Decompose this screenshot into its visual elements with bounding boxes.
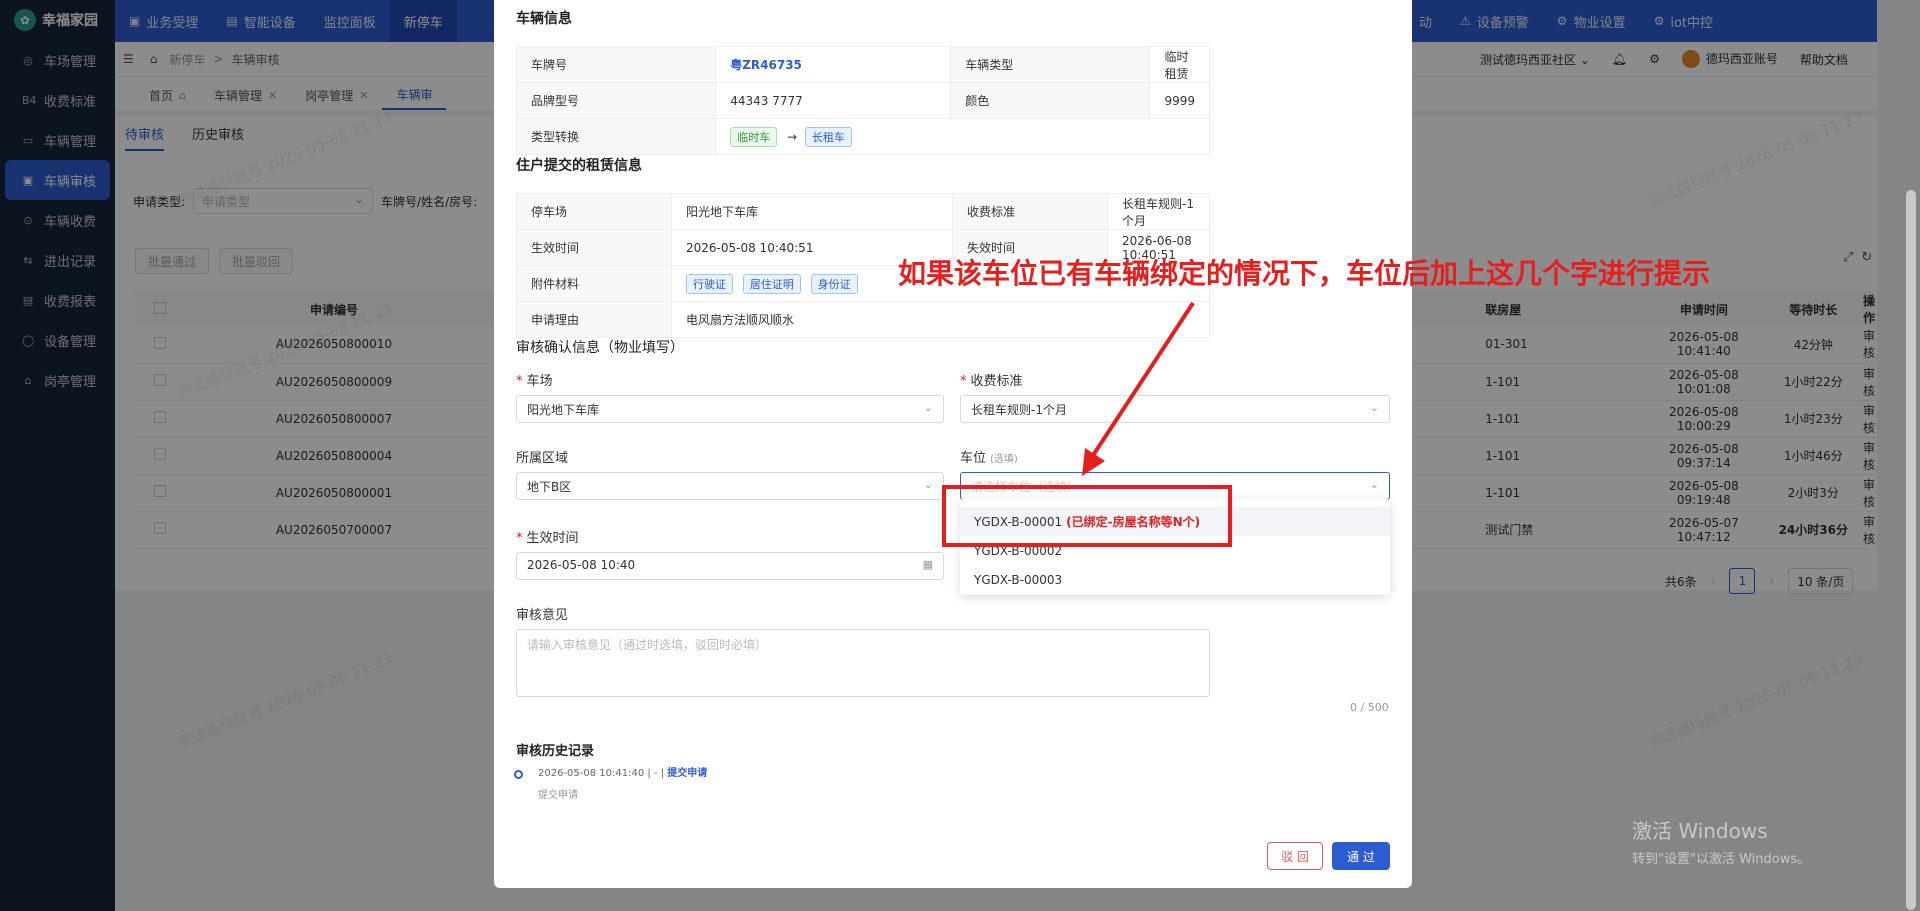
chevron-down-icon: ⌄ <box>923 401 933 414</box>
history-entry: 2026-05-08 10:41:40 | - | 提交申请 <box>538 764 707 779</box>
attachment-tag[interactable]: 居住证明 <box>742 273 801 294</box>
form-fee-label: * 收费标准 <box>960 370 1023 389</box>
plate-value: 粤ZR46735 <box>715 46 952 83</box>
history-title: 审核历史记录 <box>516 744 595 759</box>
fee-select-value: 长租车规则-1个月 <box>971 403 1067 417</box>
form-label-text: 车位 <box>960 451 987 466</box>
start-label: 生效时间 <box>516 229 672 266</box>
color-value: 9999 <box>1149 82 1210 119</box>
opinion-placeholder: 请输入审核意见（通过时选填，驳回时必填） <box>527 638 768 652</box>
model-value: 44343 7777 <box>715 82 952 119</box>
lot-select-value: 阳光地下车库 <box>527 403 600 417</box>
timeline-dot-icon <box>514 770 523 779</box>
form-space-label: 车位 (选填) <box>960 447 1018 466</box>
confirm-info-title: 审核确认信息（物业填写） <box>516 340 684 356</box>
optional-hint: (选填) <box>990 454 1018 465</box>
vehicle-info-title: 车辆信息 <box>516 11 572 27</box>
form-label-text: 收费标准 <box>970 374 1023 389</box>
history-meta: 2026-05-08 10:41:40 | - | <box>538 768 665 779</box>
info-row: 品牌型号 44343 7777 颜色 9999 <box>515 82 1210 119</box>
space-option-label: YGDX-B-00003 <box>974 572 1063 587</box>
chevron-down-icon: ⌄ <box>1369 401 1379 414</box>
color-label: 颜色 <box>950 82 1151 119</box>
model-label: 品牌型号 <box>515 82 717 119</box>
form-label-text: 生效时间 <box>526 531 579 546</box>
fee-label: 收费标准 <box>952 193 1108 230</box>
area-select-value: 地下B区 <box>527 480 572 494</box>
vehicle-info-table: 车牌号 粤ZR46735 车辆类型 临时租赁 品牌型号 44343 7777 颜… <box>515 46 1210 155</box>
attachment-tag[interactable]: 身份证 <box>810 273 858 294</box>
page-scrollbar[interactable] <box>1906 190 1916 910</box>
opinion-textarea[interactable]: 请输入审核意见（通过时选填，驳回时必填） <box>516 629 1210 697</box>
lease-info-title: 住户提交的租赁信息 <box>516 158 642 174</box>
lot-select[interactable]: 阳光地下车库 ⌄ <box>516 395 944 423</box>
lot-label: 停车场 <box>516 193 672 230</box>
to-type-tag: 长租车 <box>804 126 852 147</box>
form-start-label: * 生效时间 <box>516 527 579 546</box>
form-lot-label: * 车场 <box>516 370 553 389</box>
attach-label: 附件材料 <box>516 265 672 302</box>
reject-button[interactable]: 驳 回 <box>1267 842 1323 870</box>
info-row: 车牌号 粤ZR46735 车辆类型 临时租赁 <box>515 46 1210 83</box>
info-row: 停车场 阳光地下车库 收费标准 长租车规则-1个月 <box>516 193 1210 230</box>
reason-value: 电风扇方法顺风顺水 <box>671 301 1210 338</box>
type-value: 临时租赁 <box>1149 46 1210 83</box>
required-mark: * <box>516 531 523 546</box>
convert-label: 类型转换 <box>515 118 717 155</box>
required-mark: * <box>960 374 967 389</box>
reason-label: 申请理由 <box>516 301 672 338</box>
info-row: 申请理由 电风扇方法顺风顺水 <box>516 301 1210 338</box>
chevron-down-icon: ⌄ <box>923 478 933 491</box>
form-area-label: 所属区域 <box>516 447 568 466</box>
info-row: 类型转换 临时车 → 长租车 <box>515 118 1210 155</box>
history-action: 提交申请 <box>667 768 708 779</box>
arrow-right-icon: → <box>787 129 798 144</box>
windows-activation-title: 激活 Windows <box>1632 819 1768 843</box>
plate-label: 车牌号 <box>515 46 717 83</box>
type-label: 车辆类型 <box>950 46 1151 83</box>
fee-select[interactable]: 长租车规则-1个月 ⌄ <box>960 395 1390 423</box>
form-label-text: 车场 <box>526 374 553 389</box>
plate-number: 粤ZR46735 <box>730 58 802 72</box>
calendar-icon: ▦ <box>922 558 933 571</box>
lot-value: 阳光地下车库 <box>671 193 953 230</box>
review-modal: 车辆信息 车牌号 粤ZR46735 车辆类型 临时租赁 品牌型号 44343 7… <box>494 0 1412 888</box>
form-label-text: 审核意见 <box>516 608 569 623</box>
required-mark: * <box>516 374 523 389</box>
start-date-value: 2026-05-08 10:40 <box>527 558 636 572</box>
form-label-text: 所属区域 <box>516 451 569 466</box>
pass-button[interactable]: 通 过 <box>1332 842 1390 870</box>
from-type-tag: 临时车 <box>730 126 778 147</box>
windows-activation-subtitle: 转到"设置"以激活 Windows。 <box>1632 852 1811 867</box>
fee-value: 长租车规则-1个月 <box>1107 193 1210 230</box>
history-desc: 提交申请 <box>538 790 578 801</box>
form-opinion-label: 审核意见 <box>516 604 568 623</box>
start-date-picker[interactable]: 2026-05-08 10:40 ▦ <box>516 552 944 580</box>
annotation-highlight-box <box>942 485 1232 547</box>
opinion-counter: 0 / 500 <box>1350 701 1389 714</box>
chevron-down-icon: ⌄ <box>1369 478 1379 491</box>
convert-value: 临时车 → 长租车 <box>715 118 1210 155</box>
windows-activation-notice: 激活 Windows 转到"设置"以激活 Windows。 <box>1632 815 1810 867</box>
annotation-text: 如果该车位已有车辆绑定的情况下，车位后加上这几个字进行提示 <box>898 257 1711 290</box>
area-select[interactable]: 地下B区 ⌄ <box>516 472 944 500</box>
attachment-tag[interactable]: 行驶证 <box>686 273 733 294</box>
space-option[interactable]: YGDX-B-00003 <box>960 565 1390 594</box>
